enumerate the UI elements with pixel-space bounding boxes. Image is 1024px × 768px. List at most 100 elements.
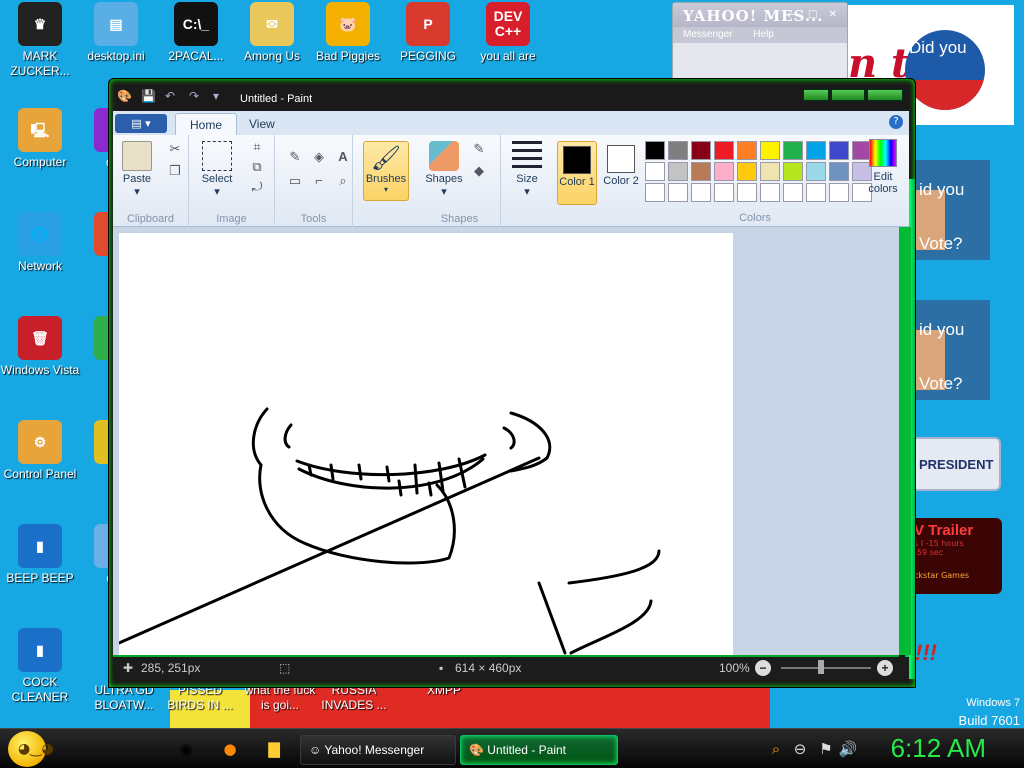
palette-swatch[interactable] (737, 183, 757, 202)
vertical-scrollbar[interactable] (899, 227, 911, 655)
desktop-icon[interactable]: 🐷 Bad Piggies (308, 2, 388, 64)
palette-swatch[interactable] (806, 141, 826, 160)
size-button[interactable]: Size ▾ (507, 141, 547, 198)
tray-app-icon[interactable]: ⊖ (790, 739, 810, 759)
quick-access-toolbar: 🎨 💾 ↶ ↷ ▾ (117, 89, 229, 103)
search-icon[interactable]: ⌕ (766, 739, 786, 759)
paint-title-bar[interactable]: 🎨 💾 ↶ ↷ ▾ Untitled - Paint (109, 79, 915, 111)
edit-colors-button[interactable]: Edit colors (865, 137, 901, 195)
color2-button[interactable]: Color 2 (601, 141, 641, 187)
desktop-icon[interactable]: ▮ COCK CLEANER (0, 628, 80, 705)
close-button[interactable] (867, 89, 903, 101)
desktop-icon-image: C:\_ (174, 2, 218, 46)
desktop-icon-image: ♛ (18, 2, 62, 46)
palette-swatch[interactable] (829, 141, 849, 160)
pencil-icon[interactable]: ✎ (285, 149, 305, 167)
palette-swatch[interactable] (645, 183, 665, 202)
undo-icon[interactable]: ↶ (165, 89, 181, 103)
zoom-slider-thumb[interactable] (818, 660, 824, 674)
taskbar-paint[interactable]: 🎨 Untitled - Paint (460, 735, 618, 765)
desktop-icon[interactable]: C:\_ 2PACAL... (156, 2, 236, 64)
magnifier-icon[interactable]: ⌕ (333, 173, 353, 191)
start-button[interactable]: ◕‿◕ (8, 731, 54, 767)
palette-swatch[interactable] (829, 183, 849, 202)
action-center-icon[interactable]: ⚑ (816, 739, 836, 759)
palette-swatch[interactable] (760, 162, 780, 181)
desktop-icon[interactable]: P PEGGING (388, 2, 468, 64)
palette-swatch[interactable] (783, 141, 803, 160)
zoom-slider-track[interactable] (781, 667, 871, 669)
customize-dropdown-icon[interactable]: ▾ (213, 89, 229, 103)
redo-icon[interactable]: ↷ (189, 89, 205, 103)
tab-home[interactable]: Home (175, 113, 238, 135)
zoom-in-button[interactable]: + (877, 660, 893, 676)
palette-swatch[interactable] (829, 162, 849, 181)
paint-menu-button[interactable]: ▤ ▾ (115, 114, 167, 133)
cut-icon[interactable]: ✂ (165, 141, 185, 159)
text-icon[interactable]: A (333, 149, 353, 167)
save-icon[interactable]: 💾 (141, 89, 157, 103)
palette-swatch[interactable] (737, 162, 757, 181)
palette-swatch[interactable] (714, 141, 734, 160)
taskbar-yahoo-messenger[interactable]: ☺ Yahoo! Messenger (300, 735, 456, 765)
palette-swatch[interactable] (806, 162, 826, 181)
paste-button[interactable]: Paste ▾ (119, 141, 155, 198)
desktop-icon[interactable]: ▤ desktop.ini (76, 2, 156, 64)
palette-swatch[interactable] (737, 141, 757, 160)
palette-swatch[interactable] (691, 162, 711, 181)
color1-swatch (563, 146, 591, 174)
palette-swatch[interactable] (714, 162, 734, 181)
rotate-icon[interactable]: ⤾ (247, 179, 267, 197)
zoom-out-button[interactable]: − (755, 660, 771, 676)
palette-swatch[interactable] (668, 162, 688, 181)
chrome-icon[interactable]: ◉ (176, 739, 196, 759)
fill-icon[interactable]: ◈ (309, 149, 329, 167)
palette-swatch[interactable] (806, 183, 826, 202)
desktop-icon[interactable]: ✉ Among Us (232, 2, 312, 64)
yahoo-window-controls[interactable]: — □ ✕ (787, 9, 841, 20)
canvas-workarea[interactable] (113, 227, 899, 655)
palette-swatch[interactable] (691, 183, 711, 202)
clock[interactable]: 6:12 AM (891, 733, 986, 764)
crop-icon[interactable]: ⌗ (247, 139, 267, 157)
select-button[interactable]: Select ▾ (197, 141, 237, 198)
firefox-icon[interactable]: ● (220, 739, 240, 759)
palette-swatch[interactable] (645, 141, 665, 160)
explorer-icon[interactable]: ▇ (264, 739, 284, 759)
paint-window[interactable]: 🎨 💾 ↶ ↷ ▾ Untitled - Paint ▤ ▾ Home View… (108, 78, 916, 688)
palette-swatch[interactable] (783, 162, 803, 181)
resize-icon[interactable]: ⧉ (247, 159, 267, 177)
fill-shape-icon[interactable]: ◆ (469, 163, 489, 181)
palette-swatch[interactable] (691, 141, 711, 160)
yahoo-menu-messenger[interactable]: Messenger (683, 29, 732, 40)
palette-swatch[interactable] (760, 141, 780, 160)
maximize-button[interactable] (831, 89, 865, 101)
palette-swatch[interactable] (783, 183, 803, 202)
eraser-icon[interactable]: ▭ (285, 173, 305, 191)
color-picker-icon[interactable]: ⌐ (309, 173, 329, 191)
brushes-button[interactable]: 🖌 Brushes ▾ (363, 141, 409, 201)
color1-button[interactable]: Color 1 (557, 141, 597, 205)
desktop-icon[interactable]: ▮ BEEP BEEP (0, 524, 80, 586)
desktop-icon[interactable]: 🌐 Network (0, 212, 80, 274)
help-icon[interactable]: ? (889, 115, 903, 129)
yahoo-menu-help[interactable]: Help (753, 29, 774, 40)
outline-icon[interactable]: ✎ (469, 141, 489, 159)
desktop-icon[interactable]: DEV C++ you all are (468, 2, 548, 64)
desktop-icon[interactable]: 🖳 Computer (0, 108, 80, 170)
minimize-button[interactable] (803, 89, 829, 101)
palette-swatch[interactable] (760, 183, 780, 202)
copy-icon[interactable]: ❐ (165, 163, 185, 181)
palette-swatch[interactable] (714, 183, 734, 202)
desktop-icon[interactable]: 🗑 Windows Vista (0, 316, 80, 378)
tab-view[interactable]: View (235, 113, 289, 135)
shapes-button[interactable]: Shapes ▾ (423, 141, 465, 198)
palette-swatch[interactable] (645, 162, 665, 181)
desktop-icon[interactable]: ⚙ Control Panel (0, 420, 80, 482)
desktop-icon[interactable]: ♛ MARK ZUCKER... (0, 2, 80, 79)
yahoo-messenger-window[interactable]: YAHOO! MES... — □ ✕ Messenger Help (672, 2, 848, 80)
drawing-canvas[interactable] (117, 233, 733, 655)
palette-swatch[interactable] (668, 183, 688, 202)
volume-icon[interactable]: 🔊 (838, 739, 858, 759)
palette-swatch[interactable] (668, 141, 688, 160)
